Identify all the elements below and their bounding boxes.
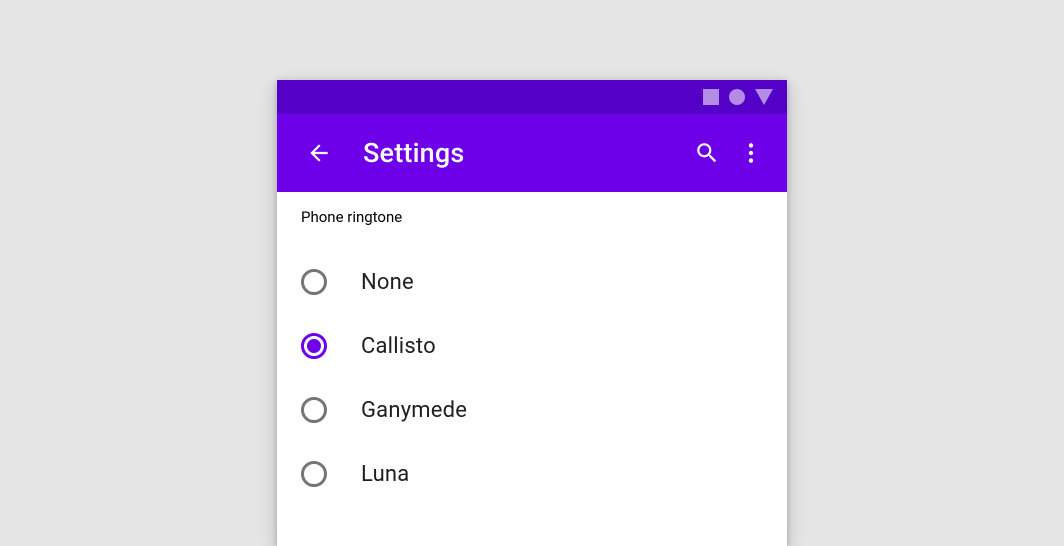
- status-triangle-icon: [755, 89, 773, 105]
- ringtone-option[interactable]: Callisto: [299, 314, 765, 378]
- radio-button-icon: [301, 269, 327, 295]
- ringtone-option[interactable]: Ganymede: [299, 378, 765, 442]
- arrow-back-icon: [306, 140, 332, 166]
- content-panel: Phone ringtone None Callisto Ganymede Luna: [277, 192, 787, 546]
- ringtone-label: Luna: [361, 462, 409, 487]
- ringtone-list: None Callisto Ganymede Luna: [299, 250, 765, 506]
- section-label: Phone ringtone: [301, 208, 765, 226]
- radio-button-icon: [301, 461, 327, 487]
- page-title: Settings: [363, 137, 685, 169]
- overflow-menu-button[interactable]: [729, 131, 773, 175]
- status-bar: [277, 80, 787, 114]
- search-icon: [694, 140, 720, 166]
- more-vert-icon: [738, 140, 764, 166]
- ringtone-label: Ganymede: [361, 398, 467, 423]
- status-circle-icon: [729, 89, 745, 105]
- status-square-icon: [703, 89, 719, 105]
- radio-button-icon: [301, 333, 327, 359]
- ringtone-label: None: [361, 270, 414, 295]
- back-button[interactable]: [297, 131, 341, 175]
- search-button[interactable]: [685, 131, 729, 175]
- app-bar: Settings: [277, 114, 787, 192]
- ringtone-label: Callisto: [361, 334, 436, 359]
- ringtone-option[interactable]: None: [299, 250, 765, 314]
- device-frame: Settings Phone ringtone None Callisto Gany…: [277, 80, 787, 546]
- radio-button-icon: [301, 397, 327, 423]
- ringtone-option[interactable]: Luna: [299, 442, 765, 506]
